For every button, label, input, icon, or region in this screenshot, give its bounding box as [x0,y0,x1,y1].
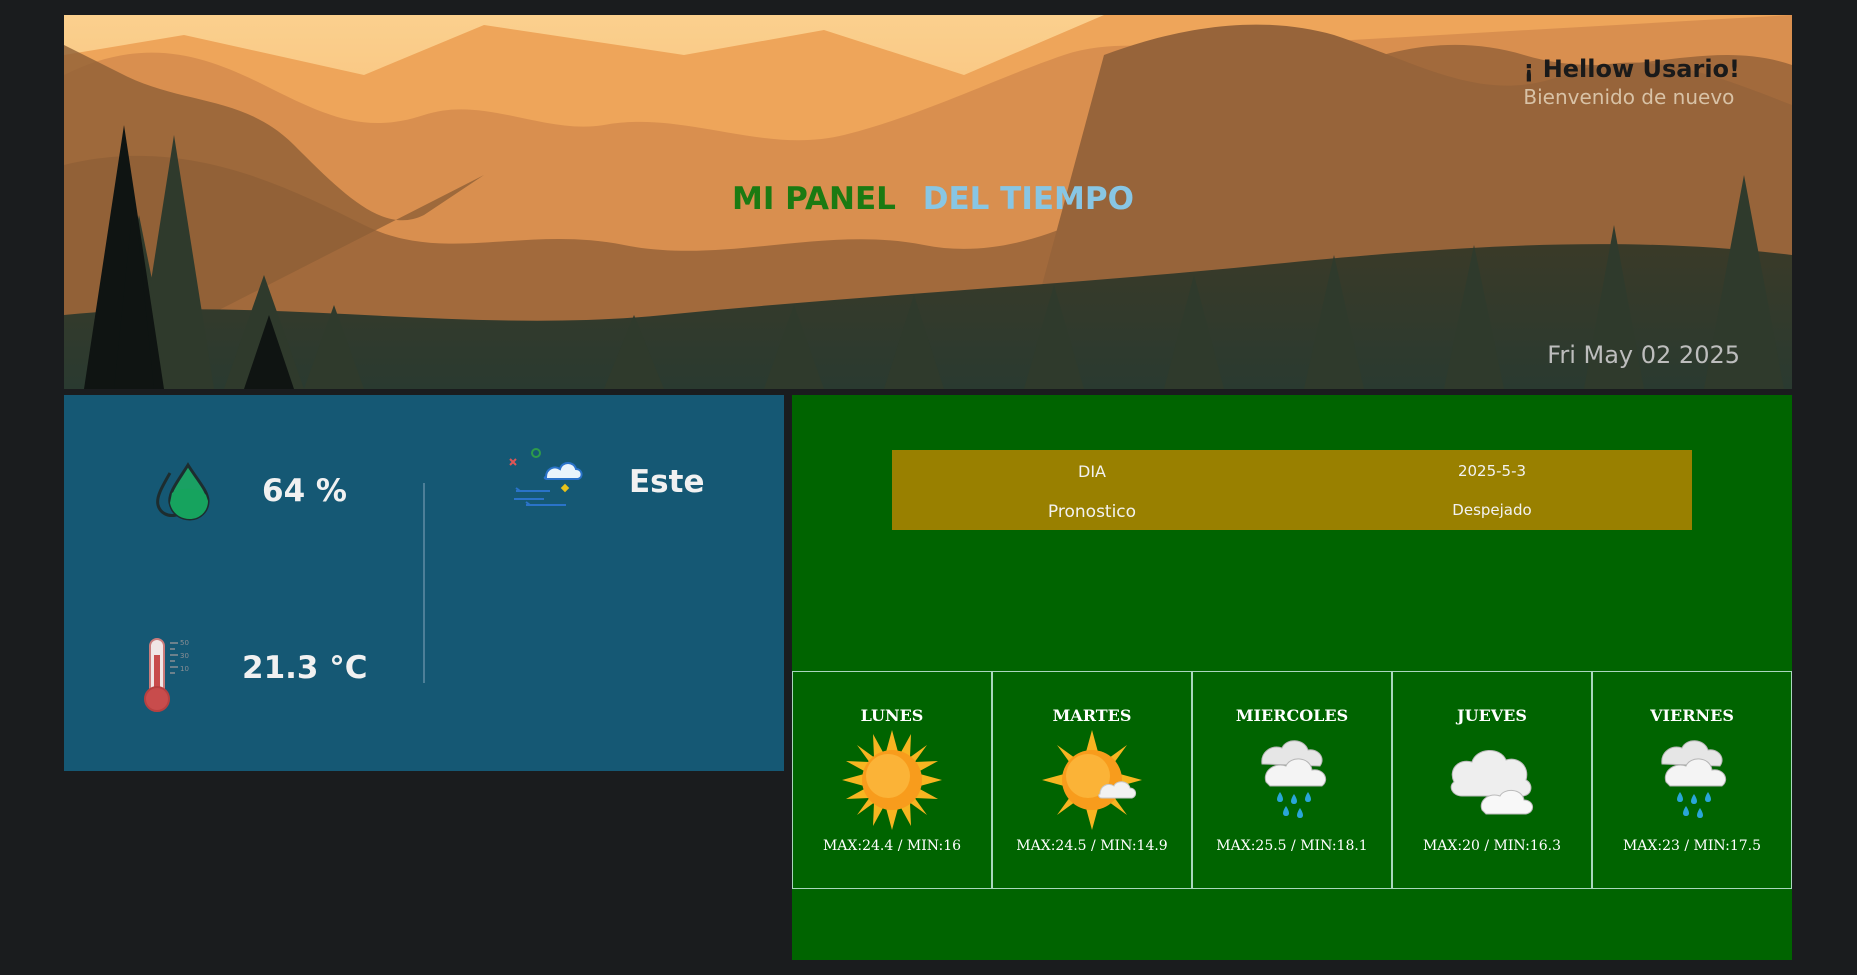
stats-divider [423,483,425,683]
day-name: JUEVES [1457,706,1527,725]
day-temp-range: MAX:20 / MIN:16.3 [1422,838,1562,854]
day-card: VIERNES MAX:23 / MIN:17.5 [1592,671,1792,889]
sun-cloud-icon [1042,730,1142,830]
day-temp-range: MAX:24.5 / MIN:14.9 [1016,838,1168,854]
day-temp-range: MAX:23 / MIN:17.5 [1622,838,1762,854]
forecast-label: Pronostico [1047,502,1137,522]
rain-cloud-icon [1242,730,1342,830]
current-conditions-panel: 64 % 50 30 10 21.3 °C Este [64,395,784,771]
day-name: MARTES [1052,706,1132,725]
day-card: MIERCOLES MAX:25.5 / MIN:18.1 [1192,671,1392,889]
svg-text:30: 30 [180,652,189,660]
svg-text:50: 50 [180,639,189,647]
page-title-part2: DEL TIEMPO [922,181,1134,217]
greeting-text: ¡ Hellow Usario! [1523,55,1740,83]
day-card: JUEVES MAX:20 / MIN:16.3 [1392,671,1592,889]
welcome-text: Bienvenido de nuevo [1523,85,1735,109]
humidity-value: 64 % [262,473,347,509]
header-banner: ¡ Hellow Usario! Bienvenido de nuevo MI … [64,15,1792,389]
current-date: Fri May 02 2025 [1547,341,1740,369]
day-temp-range: MAX:24.4 / MIN:16 [822,838,962,854]
day-temp-range: MAX:25.5 / MIN:18.1 [1216,838,1368,854]
forecast-summary-table: DIA 2025-5-3 Pronostico Despejado [892,450,1692,530]
cloud-icon [1442,730,1542,830]
day-card: LUNES MAX:24.4 / MIN:16 [792,671,992,889]
wind-direction-value: Este [629,464,705,500]
wind-cloud-icon [506,447,586,521]
day-name: VIERNES [1650,706,1734,725]
page-title-part1: MI PANEL [732,181,896,217]
forecast-panel: DIA 2025-5-3 Pronostico Despejado LUNES [792,395,1792,960]
thermometer-icon: 50 30 10 [140,635,200,719]
weekly-forecast: LUNES MAX:24.4 / MIN:16 MARTES MAX:24.5 … [792,671,1792,889]
day-label: DIA [1078,462,1106,481]
greeting-block: ¡ Hellow Usario! Bienvenido de nuevo [1523,55,1740,109]
sun-icon [842,730,942,830]
day-value: 2025-5-3 [1457,462,1527,480]
rain-cloud-icon [1642,730,1742,830]
humidity-drops-icon [150,459,216,529]
day-name: LUNES [860,706,924,725]
forecast-value: Despejado [1452,501,1532,519]
day-card: MARTES MAX:24.5 / MIN:14.9 [992,671,1192,889]
temperature-value: 21.3 °C [242,650,368,686]
day-name: MIERCOLES [1235,706,1349,725]
svg-text:10: 10 [180,665,189,673]
page-title: MI PANEL DEL TIEMPO [732,181,1134,217]
